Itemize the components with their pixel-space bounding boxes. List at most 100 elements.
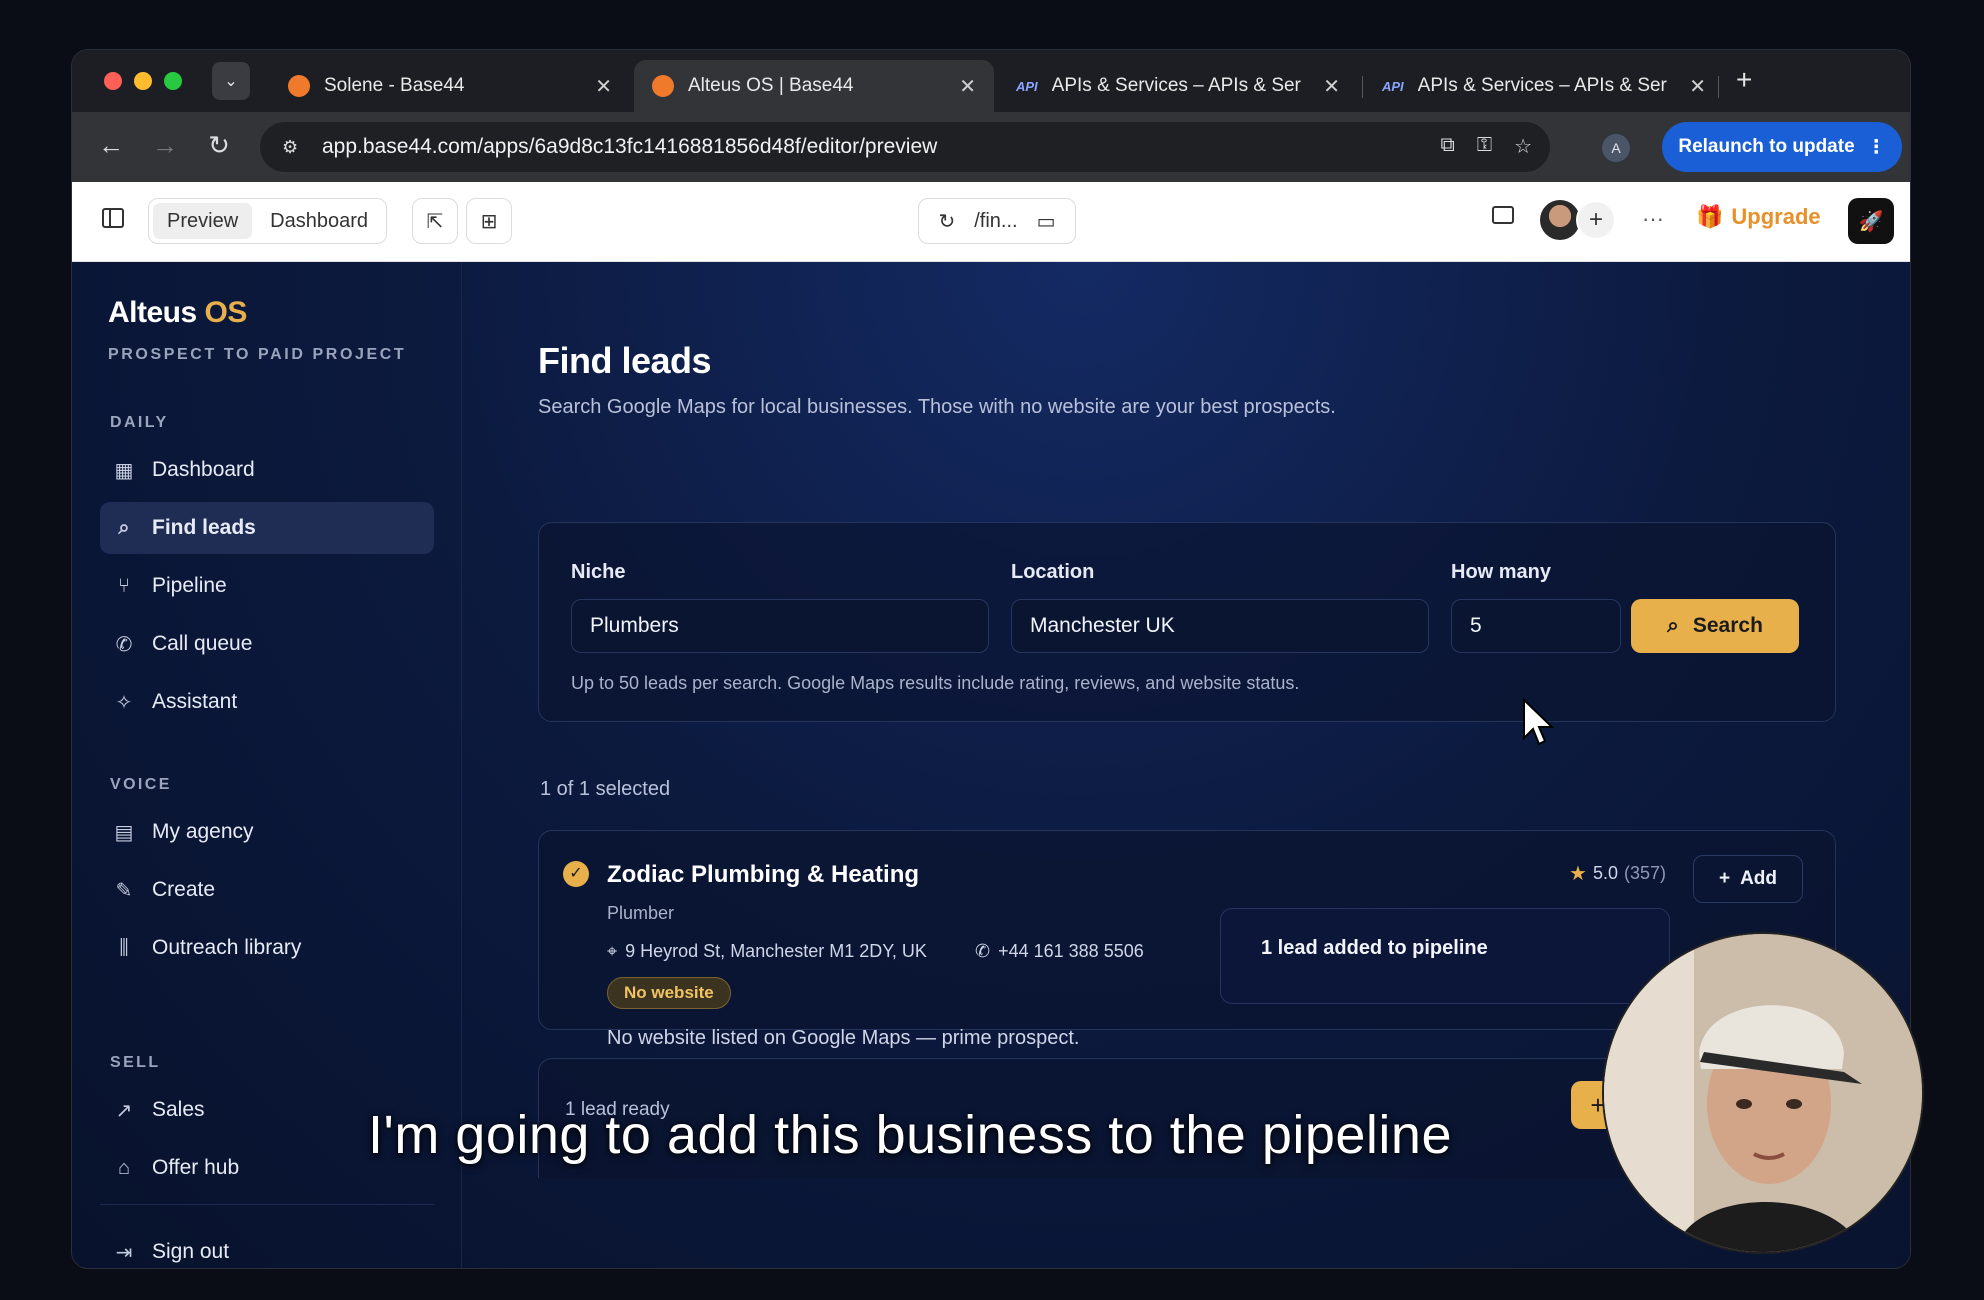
video-subtitle: I'm going to add this business to the pi… bbox=[368, 1105, 1452, 1165]
search-form-card: Niche Plumbers Location Manchester UK Ho… bbox=[538, 522, 1836, 722]
minimize-window-button[interactable] bbox=[134, 72, 152, 90]
niche-label: Niche bbox=[571, 561, 626, 583]
sign-out-icon: ⇥ bbox=[115, 1241, 133, 1264]
lead-phone: ✆ +44 161 388 5506 bbox=[975, 941, 1144, 961]
address-bar[interactable]: ⚙ app.base44.com/apps/6a9d8c13fc14168818… bbox=[260, 122, 1550, 172]
sidebar-item-my-agency[interactable]: ▤ My agency bbox=[100, 806, 434, 858]
sidebar-item-create[interactable]: ✎ Create bbox=[100, 864, 434, 916]
selected-check-icon[interactable]: ✓ bbox=[563, 861, 589, 887]
sparkle-icon: ✧ bbox=[115, 691, 133, 714]
grid-view-icon[interactable]: ⊞ bbox=[466, 198, 512, 244]
tab-search-chevron-icon[interactable]: ⌄ bbox=[212, 62, 250, 100]
install-app-icon[interactable]: ⧉ bbox=[1441, 134, 1455, 159]
close-icon[interactable]: ✕ bbox=[1323, 74, 1340, 99]
toggle-sidebar-icon[interactable] bbox=[102, 208, 124, 228]
search-icon: ⌕ bbox=[118, 516, 130, 539]
url-text[interactable]: app.base44.com/apps/6a9d8c13fc1416881856… bbox=[322, 135, 937, 159]
back-arrow-icon[interactable]: ← bbox=[94, 130, 128, 161]
api-icon: API bbox=[1382, 78, 1404, 94]
select-element-icon[interactable]: ⇱ bbox=[412, 198, 458, 244]
close-window-button[interactable] bbox=[104, 72, 122, 90]
avatar[interactable] bbox=[1540, 200, 1580, 240]
location-input[interactable]: Manchester UK bbox=[1011, 599, 1429, 653]
library-icon: ⫼ bbox=[119, 936, 129, 959]
lead-rating: ★ 5.0 (357) bbox=[1569, 863, 1666, 885]
close-icon[interactable]: ✕ bbox=[959, 74, 976, 99]
base44-orange-icon bbox=[288, 75, 310, 97]
api-icon: API bbox=[1016, 78, 1038, 94]
presenter-figure bbox=[1604, 934, 1922, 1252]
sidebar-divider bbox=[100, 1204, 434, 1205]
sign-out-button[interactable]: ⇥ Sign out bbox=[100, 1226, 434, 1268]
no-website-badge: No website bbox=[607, 977, 731, 1009]
close-icon[interactable]: ✕ bbox=[595, 74, 612, 99]
dashboard-tab[interactable]: Dashboard bbox=[256, 203, 382, 239]
password-key-icon[interactable]: ⚿ bbox=[1477, 134, 1492, 159]
sidebar-item-find-leads[interactable]: ⌕ Find leads bbox=[100, 502, 434, 554]
plus-icon: + bbox=[1718, 868, 1731, 889]
editor-topbar: Preview Dashboard ⇱ ⊞ ↻ /fin... ▭ + ··· … bbox=[72, 182, 1910, 262]
refresh-icon[interactable]: ↻ bbox=[938, 209, 955, 234]
kebab-menu-icon: ⋮ bbox=[1866, 136, 1886, 158]
invite-plus-icon[interactable]: + bbox=[1576, 200, 1616, 240]
map-pin-icon: ⌖ bbox=[607, 941, 618, 961]
section-label-sell: SELL bbox=[110, 1054, 161, 1071]
site-settings-icon[interactable]: ⚙ bbox=[282, 137, 308, 158]
section-label-daily: DAILY bbox=[110, 414, 169, 431]
device-preview-icon[interactable]: ▭ bbox=[1037, 209, 1056, 234]
lead-name: Zodiac Plumbing & Heating bbox=[607, 861, 920, 888]
publish-rocket-button[interactable]: 🚀 bbox=[1848, 198, 1894, 244]
sidebar-item-dashboard[interactable]: ▦ Dashboard bbox=[100, 444, 434, 496]
location-label: Location bbox=[1011, 561, 1095, 583]
niche-input[interactable]: Plumbers bbox=[571, 599, 989, 653]
phone-icon: ✆ bbox=[115, 633, 133, 656]
tab-strip: ⌄ Solene - Base44 ✕ Alteus OS | Base44 ✕… bbox=[72, 50, 1910, 112]
tab-apis-services-1[interactable]: API APIs & Services – APIs & Ser ✕ bbox=[998, 60, 1358, 112]
address-bar-actions: ⧉ ⚿ ☆ bbox=[1441, 134, 1532, 159]
brand-logo: Alteus OS bbox=[108, 296, 247, 329]
search-hint: Up to 50 leads per search. Google Maps r… bbox=[571, 673, 1300, 693]
new-tab-plus-icon[interactable]: + bbox=[1736, 64, 1752, 96]
tab-solene[interactable]: Solene - Base44 ✕ bbox=[270, 60, 630, 112]
trend-icon: ↗ bbox=[115, 1099, 133, 1122]
base44-orange-icon bbox=[652, 75, 674, 97]
how-many-input[interactable]: 5 bbox=[1451, 599, 1621, 653]
view-mode-toggle: Preview Dashboard bbox=[148, 198, 387, 244]
route-path: /fin... bbox=[974, 209, 1018, 232]
close-icon[interactable]: ✕ bbox=[1689, 74, 1706, 99]
tab-alteus-os[interactable]: Alteus OS | Base44 ✕ bbox=[634, 60, 994, 112]
browser-toolbar: ← → ↻ ⚙ app.base44.com/apps/6a9d8c13fc14… bbox=[72, 112, 1910, 182]
preview-tab[interactable]: Preview bbox=[153, 203, 253, 239]
sidebar-item-outreach-library[interactable]: ⫼ Outreach library bbox=[100, 922, 434, 974]
page-subtitle: Search Google Maps for local businesses.… bbox=[538, 396, 1336, 418]
search-button[interactable]: ⌕ Search bbox=[1631, 599, 1799, 653]
upgrade-button[interactable]: 🎁 Upgrade bbox=[1696, 204, 1821, 230]
tab-apis-services-2[interactable]: API APIs & Services – APIs & Ser ✕ bbox=[1364, 60, 1724, 112]
brand-tagline: PROSPECT TO PAID PROJECT bbox=[108, 346, 407, 363]
add-lead-button[interactable]: + Add bbox=[1693, 855, 1803, 903]
mouse-cursor-icon bbox=[1523, 698, 1555, 746]
sidebar-item-call-queue[interactable]: ✆ Call queue bbox=[100, 618, 434, 670]
phone-icon: ✆ bbox=[975, 941, 991, 961]
reload-icon[interactable]: ↻ bbox=[202, 130, 236, 161]
route-selector[interactable]: ↻ /fin... ▭ bbox=[918, 198, 1076, 244]
forward-arrow-icon[interactable]: → bbox=[148, 130, 182, 161]
maximize-window-button[interactable] bbox=[164, 72, 182, 90]
lead-note: No website listed on Google Maps — prime… bbox=[607, 1027, 1080, 1049]
building-icon: ▤ bbox=[114, 821, 134, 844]
grid-icon: ▦ bbox=[114, 459, 134, 482]
tab-separator bbox=[1718, 76, 1719, 98]
relaunch-to-update-button[interactable]: Relaunch to update ⋮ bbox=[1662, 122, 1902, 172]
lead-category: Plumber bbox=[607, 903, 675, 923]
profile-avatar[interactable]: A bbox=[1602, 134, 1630, 162]
bookmark-star-icon[interactable]: ☆ bbox=[1514, 134, 1532, 159]
chat-icon[interactable] bbox=[1492, 206, 1514, 224]
sidebar-item-assistant[interactable]: ✧ Assistant bbox=[100, 676, 434, 728]
gift-icon: 🎁 bbox=[1696, 204, 1724, 229]
tab-separator bbox=[1362, 76, 1363, 98]
tag-icon: ⌂ bbox=[117, 1156, 131, 1179]
sidebar-item-pipeline[interactable]: ⑂ Pipeline bbox=[100, 560, 434, 612]
more-options-icon[interactable]: ··· bbox=[1642, 206, 1664, 232]
star-icon: ★ bbox=[1569, 863, 1587, 885]
search-icon: ⌕ bbox=[1667, 614, 1679, 637]
